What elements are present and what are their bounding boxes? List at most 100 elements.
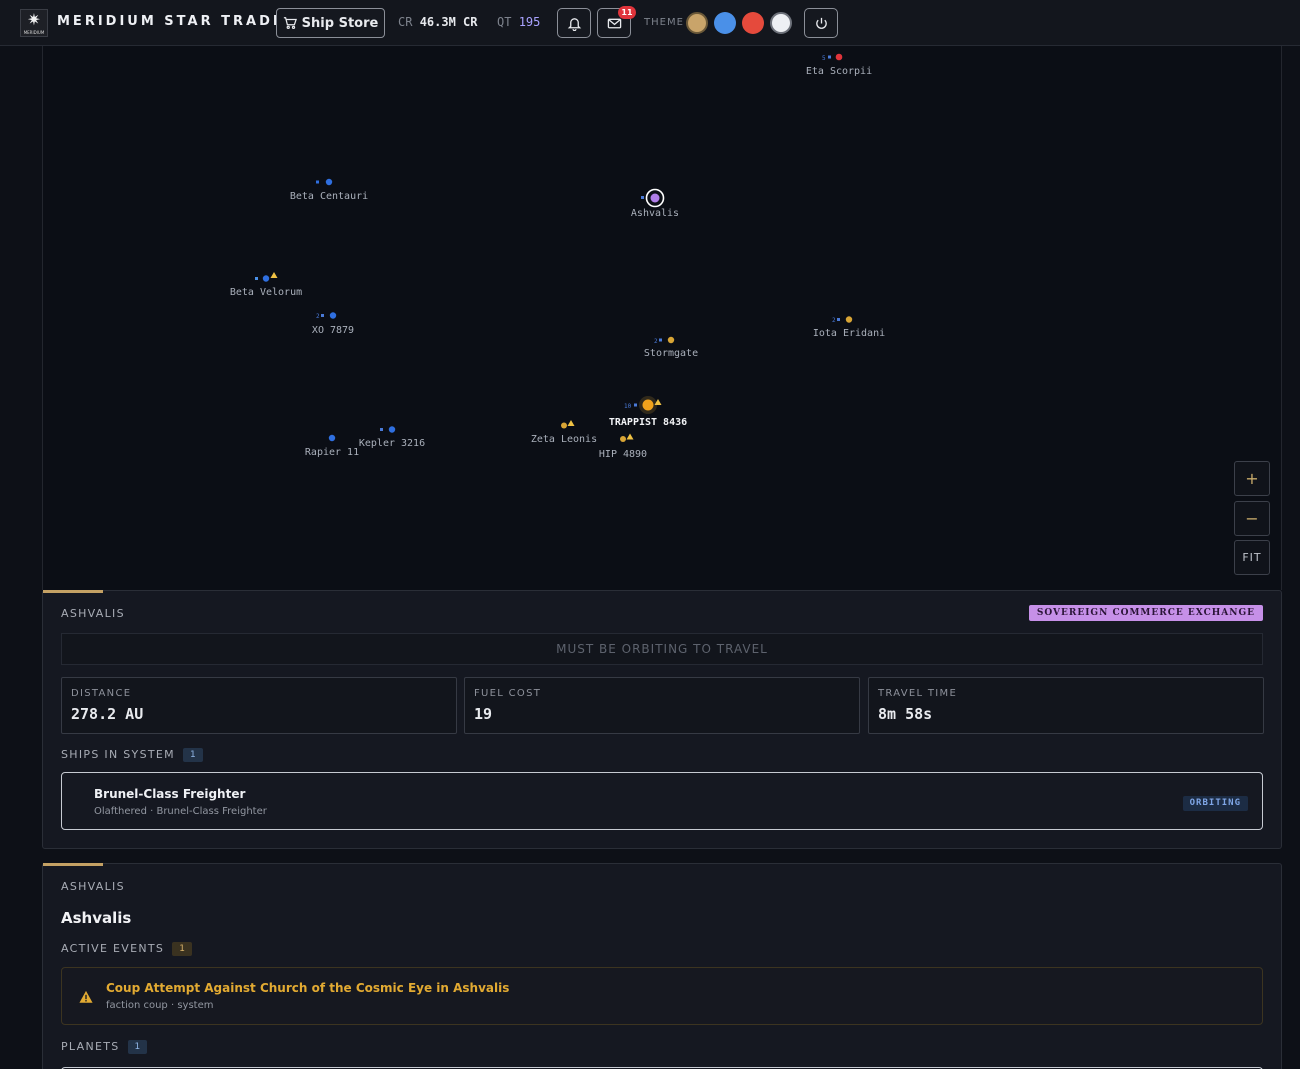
system-iota-eridani[interactable]: 2 Iota Eridani [813, 316, 885, 339]
system-label: Stormgate [644, 348, 698, 359]
star-node[interactable] [835, 53, 843, 61]
warning-marker [567, 420, 575, 426]
planets-label: PLANETS [61, 1040, 120, 1053]
ship-marker [659, 338, 662, 342]
warning-marker [626, 433, 634, 440]
event-subtitle: faction coup · system [106, 1000, 214, 1011]
bell-icon [567, 17, 581, 31]
ships-in-system-label: SHIPS IN SYSTEM [61, 748, 175, 761]
system-label: Ashvalis [631, 208, 679, 219]
event-title: Coup Attempt Against Church of the Cosmi… [106, 981, 510, 995]
notifications-button[interactable] [557, 8, 591, 38]
system-label: Zeta Leonis [531, 434, 597, 445]
warning-marker [270, 272, 278, 278]
system-rapier-11[interactable]: Rapier 11 [305, 434, 359, 458]
ship-status-badge: ORBITING [1182, 796, 1248, 811]
ship-marker [321, 314, 324, 317]
theme-swatch-white[interactable] [770, 12, 792, 34]
power-icon [815, 17, 827, 29]
system-eta-scorpii[interactable]: 5 Eta Scorpii [806, 53, 872, 77]
stat-label: FUEL COST [474, 688, 542, 699]
stat-value: 278.2 AU [71, 705, 144, 723]
system-label: Rapier 11 [305, 447, 359, 458]
star-node[interactable] [325, 178, 333, 186]
system-label: TRAPPIST 8436 [609, 417, 687, 428]
star-node[interactable] [328, 434, 336, 442]
stat-label: TRAVEL TIME [878, 688, 958, 699]
panel-accent [43, 590, 103, 593]
system-info-panel: ASHVALIS Ashvalis ACTIVE EVENTS 1 Coup At… [42, 863, 1282, 1069]
ship-card[interactable]: Brunel-Class Freighter Olafthered · Brun… [61, 772, 1263, 830]
credits-display: CR 46.3M CR [398, 15, 477, 29]
theme-swatch-red[interactable] [742, 12, 764, 34]
system-section-label: ASHVALIS [61, 880, 125, 893]
ship-count-label: 2 [316, 313, 320, 320]
travel-time-stat: TRAVEL TIME 8m 58s [868, 677, 1264, 734]
stat-value: 8m 58s [878, 705, 933, 723]
system-trappist-8436[interactable]: 10 TRAPPIST 8436 [609, 396, 687, 428]
system-ashvalis[interactable]: Ashvalis [631, 188, 679, 220]
system-title: Ashvalis [61, 909, 132, 927]
star-node[interactable] [845, 316, 853, 323]
credits-label: CR [398, 15, 413, 29]
system-stormgate[interactable]: 2 Stormgate [644, 336, 698, 359]
theme-swatch-blue[interactable] [714, 12, 736, 34]
ships-in-system-heading: SHIPS IN SYSTEM 1 [61, 748, 203, 762]
brand-title: MERIDIUM STAR TRADERS [57, 14, 311, 29]
qt-display: QT 195 [497, 15, 540, 29]
system-label: XO 7879 [312, 325, 354, 336]
star-node[interactable] [650, 193, 660, 203]
star-node[interactable] [642, 399, 654, 411]
star-map[interactable]: 5 Eta Scorpii Beta Centauri Ashvalis Bet… [42, 46, 1282, 590]
mail-icon [607, 18, 621, 28]
logout-button[interactable] [804, 8, 838, 38]
system-hip-4890[interactable]: HIP 4890 [599, 433, 647, 461]
fit-view-button[interactable]: FIT [1234, 540, 1270, 575]
event-card[interactable]: Coup Attempt Against Church of the Cosmi… [61, 967, 1263, 1025]
star-node[interactable] [388, 426, 396, 433]
credits-value: 46.3M CR [419, 15, 478, 29]
system-label: Beta Centauri [290, 191, 368, 202]
zoom-in-button[interactable]: + [1234, 461, 1270, 496]
stat-value: 19 [474, 705, 493, 723]
star-node[interactable] [262, 275, 270, 282]
ship-store-button[interactable]: Ship Store [276, 8, 385, 38]
messages-button[interactable]: 11 [597, 6, 636, 38]
theme-swatch-gold[interactable] [686, 12, 708, 34]
system-zeta-leonis[interactable]: Zeta Leonis [531, 420, 597, 445]
system-beta-centauri[interactable]: Beta Centauri [290, 178, 368, 202]
star-node[interactable] [329, 312, 337, 319]
system-label: Eta Scorpii [806, 66, 872, 77]
panel-accent [43, 863, 103, 866]
ship-count-label: 5 [822, 55, 826, 62]
system-xo-7879[interactable]: 2 XO 7879 [312, 312, 354, 336]
fuel-cost-stat: FUEL COST 19 [464, 677, 860, 734]
ship-store-label: Ship Store [301, 15, 379, 31]
faction-tag: SOVEREIGN COMMERCE EXCHANGE [1028, 605, 1263, 621]
messages-badge: 11 [618, 6, 636, 19]
ship-marker [828, 55, 831, 59]
ship-name: Brunel-Class Freighter [94, 787, 246, 801]
events-count-badge: 1 [172, 942, 192, 956]
theme-label: THEME [644, 17, 684, 28]
planets-heading: PLANETS 1 [61, 1040, 148, 1054]
system-beta-velorum[interactable]: Beta Velorum [230, 272, 302, 298]
top-bar: ✷ MERIDIUM MERIDIUM STAR TRADERS Ship Sto… [0, 0, 1300, 46]
active-events-heading: ACTIVE EVENTS 1 [61, 942, 192, 956]
brand-logo[interactable]: ✷ MERIDIUM [20, 9, 48, 37]
ship-count-label: 10 [624, 403, 632, 410]
star-node[interactable] [620, 436, 626, 442]
star-node[interactable] [561, 422, 567, 429]
star-map-canvas[interactable]: 5 Eta Scorpii Beta Centauri Ashvalis Bet… [43, 46, 1282, 590]
star-node[interactable] [667, 336, 675, 344]
ship-marker [837, 318, 840, 321]
active-events-label: ACTIVE EVENTS [61, 942, 165, 955]
system-kepler-3216[interactable]: Kepler 3216 [359, 426, 425, 449]
system-label: Iota Eridani [813, 328, 885, 339]
ship-marker [641, 196, 644, 199]
ship-marker [380, 428, 383, 431]
zoom-out-button[interactable]: − [1234, 501, 1270, 536]
system-label: Beta Velorum [230, 287, 302, 298]
cart-icon [283, 17, 297, 30]
planets-count-badge: 1 [127, 1040, 148, 1054]
